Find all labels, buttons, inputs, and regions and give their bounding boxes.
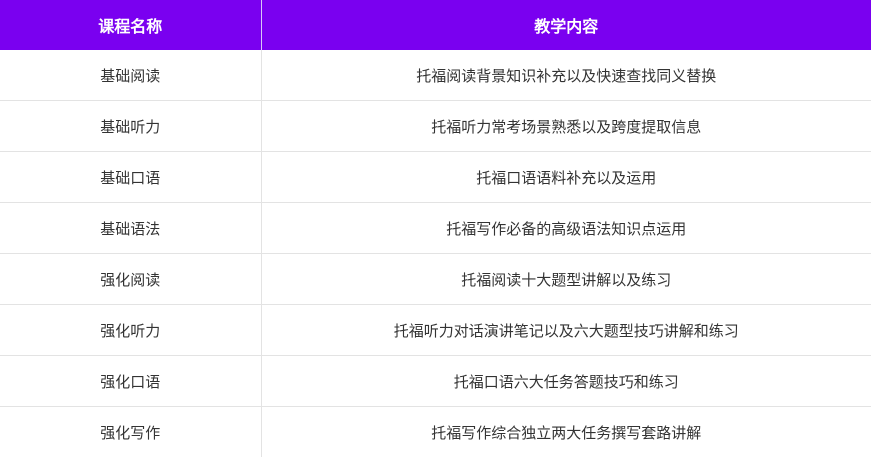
table-row: 基础语法 托福写作必备的高级语法知识点运用 — [0, 202, 871, 254]
course-table: 课程名称 教学内容 基础阅读 托福阅读背景知识补充以及快速查找同义替换 基础听力… — [0, 0, 871, 457]
table-row: 强化阅读 托福阅读十大题型讲解以及练习 — [0, 253, 871, 305]
course-name-cell: 基础听力 — [0, 100, 262, 152]
teaching-content-cell: 托福口语语料补充以及运用 — [261, 151, 871, 203]
teaching-content-cell: 托福听力常考场景熟悉以及跨度提取信息 — [261, 100, 871, 152]
course-name-cell: 基础口语 — [0, 151, 262, 203]
course-name-cell: 强化阅读 — [0, 253, 262, 305]
table-row: 基础口语 托福口语语料补充以及运用 — [0, 151, 871, 203]
header-row: 课程名称 教学内容 — [0, 0, 871, 50]
course-name-cell: 强化口语 — [0, 355, 262, 407]
table-body: 基础阅读 托福阅读背景知识补充以及快速查找同义替换 基础听力 托福听力常考场景熟… — [0, 50, 871, 457]
header-course-name: 课程名称 — [0, 0, 262, 50]
teaching-content-cell: 托福写作必备的高级语法知识点运用 — [261, 202, 871, 254]
table-row: 基础听力 托福听力常考场景熟悉以及跨度提取信息 — [0, 100, 871, 152]
table-row: 基础阅读 托福阅读背景知识补充以及快速查找同义替换 — [0, 50, 871, 101]
table-row: 强化听力 托福听力对话演讲笔记以及六大题型技巧讲解和练习 — [0, 304, 871, 356]
teaching-content-cell: 托福阅读十大题型讲解以及练习 — [261, 253, 871, 305]
course-name-cell: 强化写作 — [0, 406, 262, 457]
teaching-content-cell: 托福写作综合独立两大任务撰写套路讲解 — [431, 423, 702, 442]
table-row: 强化口语 托福口语六大任务答题技巧和练习 — [0, 355, 871, 407]
course-name-cell: 基础语法 — [0, 202, 262, 254]
table-header: 课程名称 教学内容 — [0, 0, 871, 50]
table-row: 强化写作 托福写作综合独立两大任务撰写套路讲解 — [0, 406, 871, 457]
teaching-content-cell: 托福听力对话演讲笔记以及六大题型技巧讲解和练习 — [261, 304, 871, 356]
course-name-cell: 基础阅读 — [0, 50, 262, 101]
teaching-content-cell: 托福口语六大任务答题技巧和练习 — [261, 355, 871, 407]
teaching-content-cell: 托福阅读背景知识补充以及快速查找同义替换 — [261, 50, 871, 101]
course-name-cell: 强化听力 — [0, 304, 262, 356]
header-teaching-content: 教学内容 — [261, 0, 871, 50]
